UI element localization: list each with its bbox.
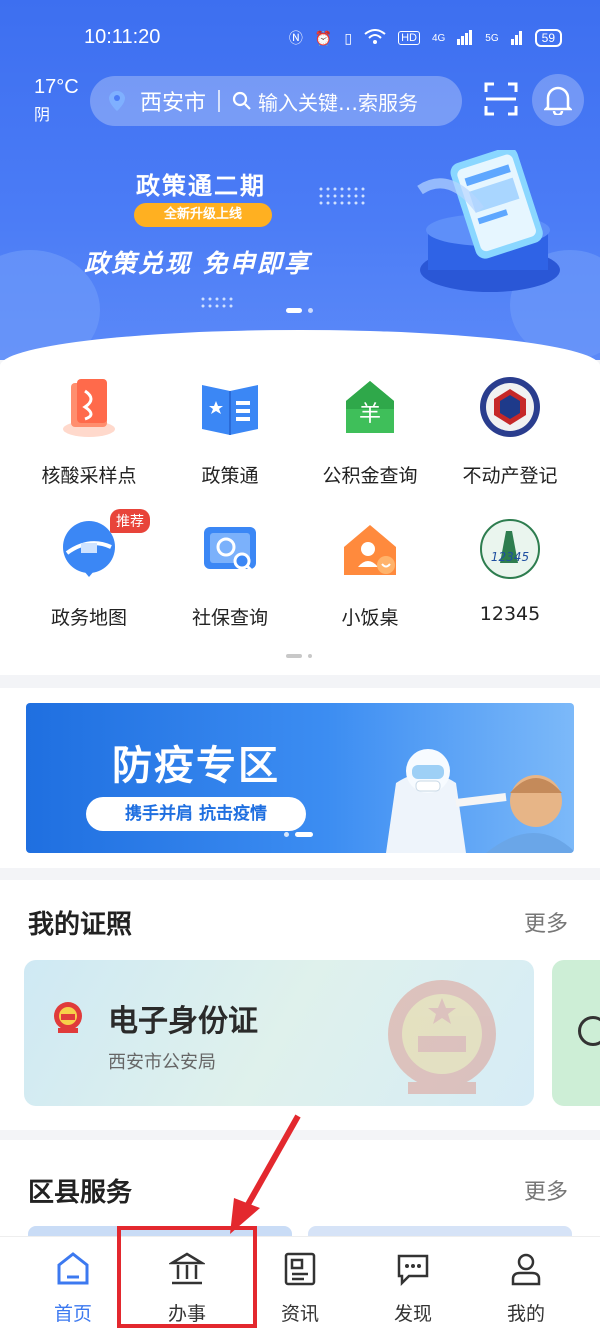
pager-active — [286, 308, 302, 313]
service-label: 政策通 — [201, 465, 259, 487]
search-divider — [218, 90, 221, 112]
epidemic-banner[interactable]: 防疫专区 携手并肩 抗击疫情 — [26, 703, 574, 853]
svg-text:羊: 羊 — [359, 402, 381, 427]
policy-book-icon — [202, 385, 258, 435]
tab-news[interactable]: 资讯 — [240, 1251, 360, 1326]
certificates-more-link[interactable]: 更多 — [524, 906, 568, 938]
service-home-meal[interactable]: 小饭桌 — [295, 517, 445, 630]
id-card-name: 电子身份证 — [108, 1004, 258, 1039]
housing-fund-icon: 羊 — [346, 381, 394, 433]
service-policy[interactable]: 政策通 — [155, 375, 305, 488]
tab-label: 发现 — [393, 1303, 432, 1325]
annotation-arrow — [230, 1114, 301, 1234]
scan-icon[interactable] — [484, 82, 518, 116]
service-label: 政务地图 — [50, 607, 127, 629]
service-social-security[interactable]: 社保查询 — [155, 517, 305, 630]
id-card[interactable]: 电子身份证 西安市公安局 — [24, 960, 534, 1106]
city-selector[interactable]: 西安市 — [140, 85, 206, 117]
tab-label: 资讯 — [280, 1303, 319, 1325]
epidemic-pager — [284, 832, 313, 837]
id-card-issuer: 西安市公安局 — [108, 1052, 216, 1073]
vibrate-icon: ▯ — [344, 29, 353, 46]
svg-text:12345: 12345 — [491, 550, 529, 564]
signal-icon-2 — [510, 29, 523, 48]
alarm-icon: ⏰ — [314, 29, 333, 46]
signal-5g-label: 5G — [485, 32, 499, 44]
service-nucleic-test[interactable]: 核酸采样点 — [14, 375, 164, 488]
banner-pager — [286, 308, 313, 313]
tab-label: 首页 — [53, 1303, 92, 1325]
driver-license-card[interactable] — [552, 960, 600, 1106]
news-icon — [284, 1252, 316, 1286]
search-icon — [232, 91, 251, 110]
weather-widget[interactable]: 17°C 阴 — [34, 76, 79, 125]
hotline-12345-icon: 12345 — [480, 519, 540, 579]
hero-banner[interactable]: 10:11:20 Ⓝ ⏰ ▯ HD 4G 5G 59 17°C 阴 西安市 输入… — [0, 0, 600, 360]
service-label: 小饭桌 — [341, 607, 399, 629]
tab-label: 我的 — [506, 1303, 545, 1325]
emblem-icon — [54, 1002, 82, 1033]
annotation-highlight-box — [117, 1226, 257, 1328]
tab-me[interactable]: 我的 — [466, 1251, 586, 1326]
service-label: 社保查询 — [191, 607, 268, 629]
banner-title: 政策通二期 — [136, 172, 266, 200]
decor-dots-2 — [201, 297, 233, 308]
pager-dot — [284, 832, 289, 837]
medic-illustration — [386, 749, 574, 853]
user-icon — [511, 1253, 541, 1286]
status-time: 10:11:20 — [84, 26, 161, 48]
service-gov-map[interactable]: 推荐 政务地图 — [14, 509, 164, 630]
district-title: 区县服务 — [28, 1178, 133, 1208]
decor-dots — [319, 187, 365, 205]
status-bar: 10:11:20 Ⓝ ⏰ ▯ HD 4G 5G 59 — [0, 22, 600, 58]
steering-wheel-icon — [578, 1016, 600, 1046]
service-housing-fund[interactable]: 羊 公积金查询 — [295, 375, 445, 488]
epidemic-title: 防疫专区 — [112, 743, 280, 789]
national-emblem-watermark — [388, 980, 496, 1094]
hd-icon: HD — [398, 31, 420, 45]
search-input[interactable]: 输入关键…索服务 — [258, 87, 418, 116]
certificates-title: 我的证照 — [28, 910, 133, 940]
service-real-estate[interactable]: 不动产登记 — [435, 375, 585, 488]
signal-icon — [457, 29, 473, 48]
signal-4g-label: 4G — [431, 32, 446, 44]
wifi-icon — [364, 28, 386, 48]
epidemic-slogan: 携手并肩 抗击疫情 — [86, 797, 306, 831]
service-hotline-12345[interactable]: 12345 12345 — [435, 517, 585, 625]
search-bar[interactable]: 西安市 输入关键…索服务 — [90, 76, 462, 126]
pager-dot — [308, 308, 313, 313]
service-label: 12345 — [479, 603, 541, 625]
pager-active — [295, 832, 313, 837]
weather-condition: 阴 — [34, 107, 51, 124]
bell-icon — [544, 86, 572, 115]
pager-dot — [308, 654, 312, 658]
phone-illustration — [417, 150, 560, 292]
tab-discover[interactable]: 发现 — [353, 1251, 473, 1326]
tab-home[interactable]: 首页 — [13, 1251, 133, 1326]
chat-icon — [397, 1254, 429, 1287]
home-icon — [57, 1252, 89, 1285]
service-label: 公积金查询 — [322, 465, 418, 487]
recommend-badge: 推荐 — [110, 509, 150, 533]
services-pager — [286, 654, 312, 658]
nucleic-test-icon — [63, 379, 115, 437]
district-more-link[interactable]: 更多 — [524, 1174, 568, 1206]
location-pin-icon — [109, 91, 125, 111]
battery-icon: 59 — [534, 29, 562, 47]
service-label: 核酸采样点 — [41, 465, 137, 487]
status-icons: Ⓝ ⏰ ▯ HD 4G 5G 59 — [289, 28, 562, 48]
home-meal-icon — [344, 525, 396, 575]
real-estate-icon — [480, 377, 540, 437]
pager-active — [286, 654, 302, 658]
weather-temp: 17°C — [34, 76, 79, 98]
notification-bell[interactable] — [532, 74, 584, 126]
social-security-icon — [204, 527, 256, 575]
service-label: 不动产登记 — [462, 465, 558, 487]
nfc-icon: Ⓝ — [288, 30, 303, 46]
bottom-nav: 首页 办事 资讯 发现 我的 — [0, 1236, 600, 1333]
banner-badge: 全新升级上线 — [134, 203, 272, 227]
banner-slogan: 政策兑现 免申即享 — [84, 249, 311, 278]
